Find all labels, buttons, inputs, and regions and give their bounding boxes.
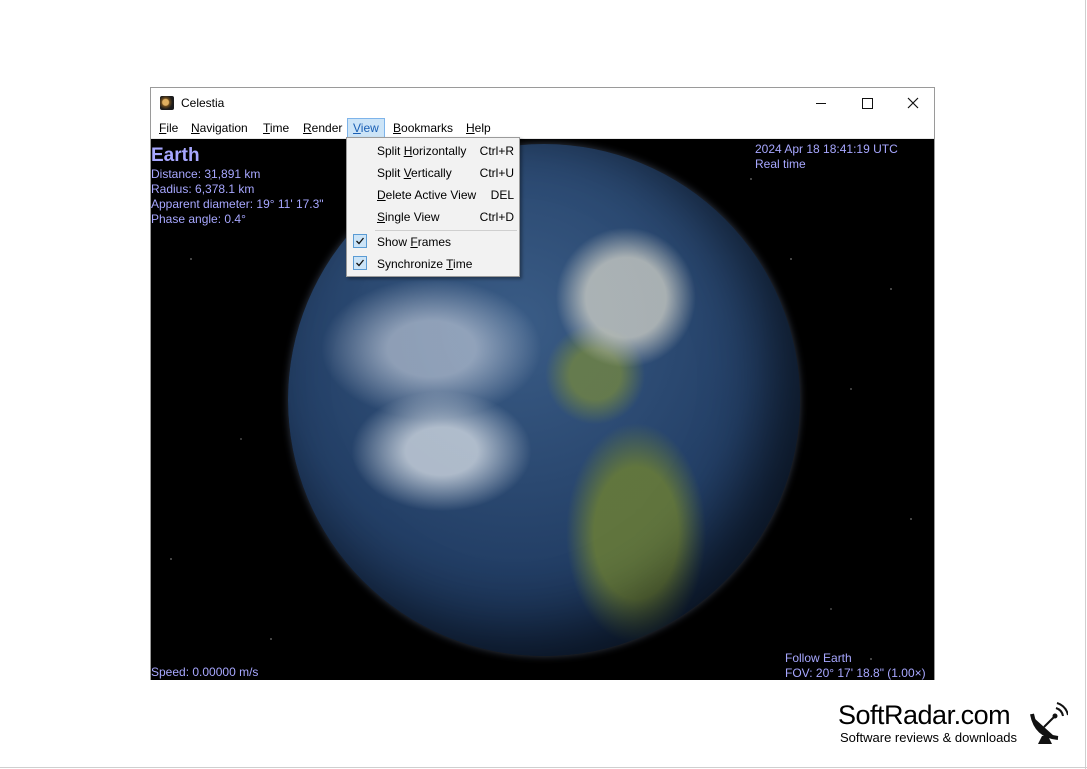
menu-time[interactable]: Time — [262, 118, 290, 138]
menu-item-split-vertically[interactable]: Split Vertically Ctrl+U — [349, 163, 517, 183]
fov-readout: FOV: 20° 17' 18.8" (1.00×) — [785, 666, 926, 680]
maximize-button[interactable] — [844, 88, 890, 118]
menu-item-label: Single View — [377, 210, 440, 224]
satellite-dish-icon — [1030, 702, 1068, 744]
menu-bar: File Navigation Time Render View Bookmar… — [151, 118, 934, 139]
brand-tagline: Software reviews & downloads — [840, 730, 1018, 745]
time-info: 2024 Apr 18 18:41:19 UTC Real time — [755, 142, 898, 172]
datetime-readout: 2024 Apr 18 18:41:19 UTC — [755, 142, 898, 156]
close-icon — [907, 97, 919, 109]
minimize-icon — [816, 102, 826, 104]
brand-name: SoftRadar.com — [838, 700, 1011, 730]
render-viewport[interactable]: Earth Distance: 31,891 km Radius: 6,378.… — [151, 139, 934, 680]
window-title: Celestia — [181, 96, 225, 110]
menu-item-label: Split Vertically — [377, 166, 452, 180]
menu-item-delete-active-view[interactable]: Delete Active View DEL — [349, 185, 517, 205]
shortcut-label: Ctrl+U — [479, 166, 514, 180]
title-bar[interactable]: Celestia — [151, 88, 934, 118]
menu-navigation[interactable]: Navigation — [190, 118, 249, 138]
radius-readout: Radius: 6,378.1 km — [151, 182, 255, 196]
menu-view[interactable]: View — [347, 118, 385, 138]
shortcut-label: Ctrl+R — [479, 144, 514, 158]
speed-readout: Speed: 0.00000 m/s — [151, 665, 259, 679]
maximize-icon — [861, 97, 873, 109]
menu-help[interactable]: Help — [465, 118, 492, 138]
object-info: Distance: 31,891 km Radius: 6,378.1 km A… — [151, 167, 324, 227]
menu-item-label: Split Horizontally — [377, 144, 467, 158]
shortcut-label: Ctrl+D — [479, 210, 514, 224]
view-menu-dropdown: Split Horizontally Ctrl+R Split Vertical… — [346, 137, 520, 277]
menu-item-show-frames[interactable]: Show Frames — [349, 232, 517, 252]
celestia-window: Celestia File Navigation Time Render Vie… — [150, 87, 935, 680]
menu-separator — [375, 230, 517, 231]
celestia-app-icon — [160, 96, 174, 110]
menu-item-label: Delete Active View — [377, 188, 477, 202]
menu-item-label: Synchronize Time — [377, 257, 473, 271]
menu-item-synchronize-time[interactable]: Synchronize Time — [349, 254, 517, 274]
menu-item-split-horizontally[interactable]: Split Horizontally Ctrl+R — [349, 141, 517, 161]
distance-readout: Distance: 31,891 km — [151, 167, 261, 181]
softradar-watermark: SoftRadar.com Software reviews & downloa… — [838, 700, 1068, 748]
page-border — [0, 767, 1087, 768]
follow-readout: Follow Earth — [785, 651, 852, 665]
close-button[interactable] — [890, 88, 936, 118]
menu-file[interactable]: File — [158, 118, 179, 138]
phase-angle-readout: Phase angle: 0.4° — [151, 212, 246, 226]
page-border — [1085, 0, 1086, 769]
camera-info: Follow Earth FOV: 20° 17' 18.8" (1.00×) — [785, 651, 926, 680]
menu-bookmarks[interactable]: Bookmarks — [392, 118, 454, 138]
checkmark-icon — [353, 256, 367, 270]
menu-render[interactable]: Render — [302, 118, 343, 138]
time-mode-readout: Real time — [755, 157, 806, 171]
minimize-button[interactable] — [798, 88, 844, 118]
apparent-diameter-readout: Apparent diameter: 19° 11' 17.3" — [151, 197, 324, 211]
menu-item-label: Show Frames — [377, 235, 452, 249]
object-name: Earth — [151, 145, 200, 166]
menu-item-single-view[interactable]: Single View Ctrl+D — [349, 207, 517, 227]
checkmark-icon — [353, 234, 367, 248]
shortcut-label: DEL — [490, 188, 514, 202]
